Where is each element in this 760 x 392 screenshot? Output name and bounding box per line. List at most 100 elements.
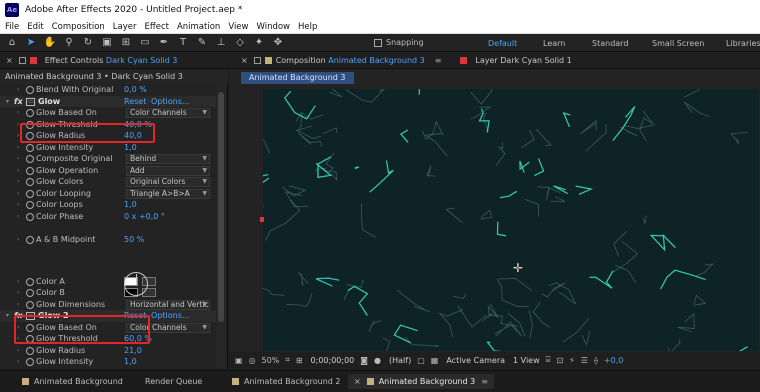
anchor-point-icon[interactable]: ✛ [513,262,525,274]
tab-render-queue[interactable]: Render Queue [145,377,202,386]
camera-dropdown[interactable]: Active Camera [446,356,505,365]
clone-stamp-tool-icon[interactable]: ⊥ [214,36,228,50]
property-value[interactable]: 0,0 % [124,84,147,96]
twirl-icon[interactable]: › [17,356,19,368]
close-icon[interactable]: × [241,56,248,65]
resolution-dropdown[interactable]: (Half) [389,356,411,365]
snapping-checkbox[interactable] [374,38,382,47]
twirl-icon[interactable]: › [17,165,19,177]
stopwatch-icon[interactable] [26,143,34,152]
stopwatch-icon[interactable] [26,212,34,221]
stopwatch-icon[interactable] [26,109,34,117]
options-link[interactable]: Options... [151,96,190,108]
property-dropdown[interactable]: Add ▼ [126,165,210,176]
stopwatch-icon[interactable] [26,358,34,366]
property-dropdown[interactable]: Original Colors ▼ [126,177,210,187]
stopwatch-icon[interactable] [26,201,34,209]
menu-effect[interactable]: Effect [145,22,169,32]
twirl-icon[interactable]: › [17,188,19,200]
twirl-icon[interactable]: › [17,299,19,311]
fit-icon[interactable]: ⌗ [285,355,290,365]
tab-animated-background-2[interactable]: Animated Background 2 [232,377,341,386]
grid-icon[interactable]: ⊞ [296,356,303,365]
composition-subtab[interactable]: Animated Background 3 [241,72,354,84]
composition-tab-label[interactable]: Composition [276,56,326,65]
twirl-icon[interactable]: › [17,199,19,211]
options-link[interactable]: Options... [151,310,190,322]
lock-icon[interactable] [18,57,26,64]
timeline-icon[interactable]: ☰ [581,356,588,365]
stopwatch-icon[interactable] [26,178,34,186]
region-of-interest-icon[interactable]: ▢ [417,356,425,365]
menu-view[interactable]: View [228,22,248,32]
twirl-icon[interactable]: ▾ [6,310,9,322]
scroll-thumb[interactable] [218,92,224,322]
property-value[interactable]: 21,0 [124,345,142,357]
pen-tool-icon[interactable]: ✒ [157,36,171,50]
timecode[interactable]: 0;00;00;00 [311,356,355,365]
workspace-small-screen[interactable]: Small Screen [652,39,704,48]
flowchart-icon[interactable]: ⟠ [594,356,598,365]
twirl-icon[interactable]: › [17,345,19,357]
snapping-toggle[interactable]: Snapping [374,38,424,47]
twirl-icon[interactable]: ▾ [6,96,9,108]
roto-brush-tool-icon[interactable]: ✦ [252,36,266,50]
twirl-icon[interactable]: › [17,211,19,223]
show-channel-icon[interactable]: ● [374,356,381,365]
exposure-value[interactable]: +0,0 [604,356,623,365]
property-value[interactable]: 1,0 [124,142,137,154]
camera-tool-icon[interactable]: ▣ [100,36,114,50]
zoom-dropdown[interactable]: 50% [262,356,280,365]
menu-help[interactable]: Help [298,22,317,32]
twirl-icon[interactable]: › [17,142,19,154]
close-icon[interactable]: × [6,56,13,65]
fast-preview-icon[interactable]: ⚡ [569,356,575,365]
twirl-icon[interactable]: › [17,368,19,369]
twirl-icon[interactable]: › [17,276,19,288]
pan-behind-tool-icon[interactable]: ⊞ [119,36,133,50]
property-value[interactable]: 0 x +0,0 ° [124,211,165,223]
menu-edit[interactable]: Edit [27,22,43,32]
rotate-tool-icon[interactable]: ↻ [81,36,95,50]
home-icon[interactable]: ⌂ [5,36,19,50]
tab-animated-background[interactable]: Animated Background [22,377,123,386]
hand-tool-icon[interactable]: ✋ [43,36,57,50]
property-value[interactable]: 50 % [124,234,144,246]
fx-toggle-icon[interactable]: fx [14,96,23,108]
transparency-grid-icon[interactable]: ▦ [431,356,439,365]
twirl-icon[interactable]: › [17,107,19,119]
stopwatch-icon[interactable] [26,189,34,198]
stopwatch-icon[interactable] [26,346,34,355]
type-tool-icon[interactable]: T [176,36,190,50]
effect-settings-icon[interactable]: ▭ [26,97,35,106]
stopwatch-icon[interactable] [26,277,34,286]
twirl-icon[interactable]: › [17,153,19,165]
stopwatch-icon[interactable] [26,236,34,244]
menu-animation[interactable]: Animation [177,22,220,32]
puppet-tool-icon[interactable]: ✥ [271,36,285,50]
property-dropdown[interactable]: Horizontal and Vertical ▼ [126,299,210,310]
stopwatch-icon[interactable] [26,155,34,163]
property-dropdown[interactable]: Behind ▼ [126,154,210,164]
layer-tab[interactable]: Layer Dark Cyan Solid 1 [475,56,571,65]
lock-icon[interactable] [253,57,261,64]
workspace-default[interactable]: Default [488,39,517,48]
workspace-standard[interactable]: Standard [592,39,628,48]
close-icon[interactable]: × [354,377,361,386]
stopwatch-icon[interactable] [26,86,34,94]
rectangle-tool-icon[interactable]: ▭ [138,36,152,50]
twirl-icon[interactable]: › [17,176,19,188]
menu-icon[interactable]: ≡ [435,56,442,65]
menu-layer[interactable]: Layer [113,22,137,32]
menu-file[interactable]: File [5,22,19,32]
workspace-libraries[interactable]: Libraries [726,39,760,48]
effect-controls-tab[interactable]: × Effect Controls Dark Cyan Solid 3 [0,53,228,69]
property-dropdown[interactable]: Color Channels ▼ [126,108,210,118]
composition-viewer[interactable]: ✛ [263,89,759,351]
snapshot-icon[interactable]: ◙ [360,356,368,365]
workspace-learn[interactable]: Learn [543,39,565,48]
zoom-tool-icon[interactable]: ⚲ [62,36,76,50]
menu-composition[interactable]: Composition [52,22,105,32]
vr-icon[interactable]: ◎ [249,356,256,365]
view-layout-dropdown[interactable]: 1 View [513,356,540,365]
